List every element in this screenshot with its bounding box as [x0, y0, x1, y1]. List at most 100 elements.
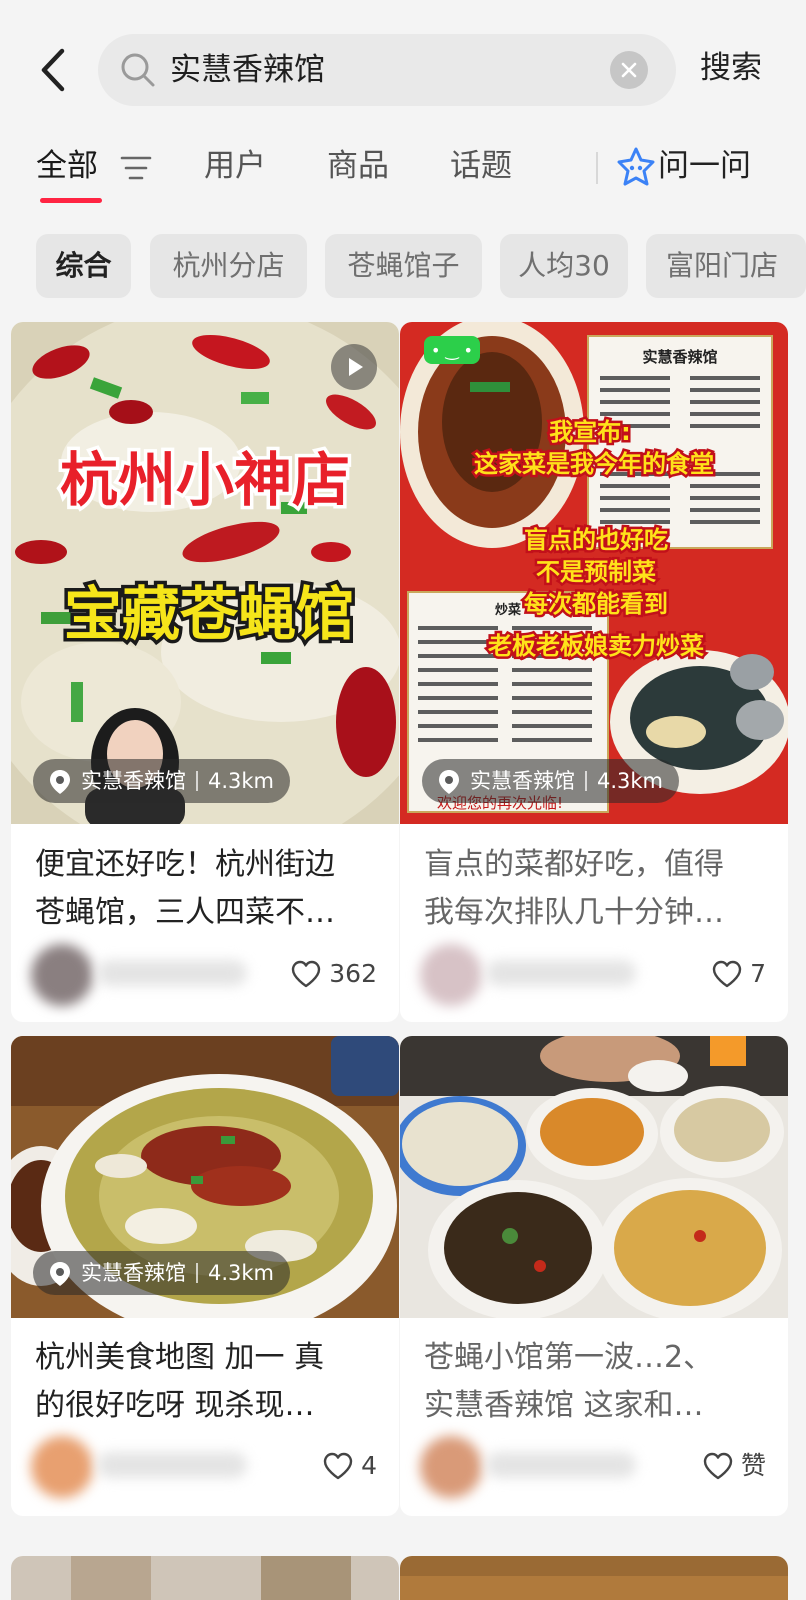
- note-cover-image[interactable]: 杭州小神店 宝藏苍蝇馆 实慧香辣馆 4.3km: [11, 322, 399, 824]
- cover-overlay-line-5: 每次都能看到: [524, 590, 668, 618]
- cover-overlay-line-4: 不是预制菜: [536, 558, 656, 586]
- cover-overlay-line-3: 盲点的也好吃: [524, 526, 668, 554]
- location-separator: [585, 771, 587, 791]
- top-bar: 实慧香辣馆 搜索: [0, 0, 806, 134]
- note-title-line-1: 便宜还好吃！杭州街边: [35, 847, 335, 882]
- tab-divider: [596, 152, 598, 184]
- tab-all[interactable]: 全部: [36, 144, 98, 188]
- author-name[interactable]: [97, 960, 247, 986]
- fish-dish-photo: 杭州小神店 宝藏苍蝇馆: [11, 322, 399, 824]
- menu-section: 炒菜: [495, 602, 521, 618]
- video-play-button[interactable]: [331, 344, 377, 390]
- like-count: 362: [329, 959, 377, 988]
- cover-overlay-line-2: 这家菜是我今年的食堂: [474, 450, 714, 478]
- tab-users[interactable]: 用户: [204, 144, 266, 188]
- back-button[interactable]: [28, 40, 78, 100]
- sparkle-star-icon[interactable]: [616, 145, 656, 189]
- heart-icon: [323, 1452, 353, 1480]
- note-card[interactable]: 实慧香辣馆 4.3km 杭州美食地图 加一 真 的很好吃呀 现杀现… 4: [11, 1036, 399, 1516]
- tab-topics[interactable]: 话题: [450, 144, 512, 188]
- active-tab-indicator: [40, 198, 102, 203]
- note-card-partial[interactable]: [400, 1556, 788, 1600]
- location-separator: [196, 771, 198, 791]
- partial-cover-image: [400, 1556, 788, 1600]
- cover-overlay-line-1: 我宣布:: [549, 418, 631, 446]
- chip-hangzhou-branch[interactable]: 杭州分店: [150, 234, 307, 298]
- author-avatar[interactable]: [31, 1436, 93, 1498]
- like-button[interactable]: 赞: [703, 1448, 766, 1484]
- note-cover-image[interactable]: • ‿ • 实慧香辣馆 炒菜 欢迎您的再次光临! 我宣布: 这家菜是我今年的食堂…: [400, 322, 788, 824]
- close-icon: [621, 62, 637, 78]
- note-title[interactable]: 杭州美食地图 加一 真 的很好吃呀 现杀现…: [35, 1334, 380, 1430]
- location-separator: [196, 1263, 198, 1283]
- like-count: 4: [361, 1451, 377, 1480]
- author-avatar[interactable]: [31, 944, 93, 1006]
- chevron-left-icon: [41, 48, 65, 92]
- location-pin-icon: [50, 770, 70, 794]
- note-title-line-1: 苍蝇小馆第一波…2、: [424, 1340, 714, 1375]
- note-card-partial[interactable]: [11, 1556, 399, 1600]
- note-title[interactable]: 盲点的菜都好吃，值得 我每次排队几十分钟…: [424, 841, 769, 937]
- note-card[interactable]: • ‿ • 实慧香辣馆 炒菜 欢迎您的再次光临! 我宣布: 这家菜是我今年的食堂…: [400, 322, 788, 1022]
- location-tag[interactable]: 实慧香辣馆 4.3km: [33, 759, 291, 803]
- note-title-line-2: 苍蝇馆，三人四菜不…: [35, 895, 335, 930]
- chip-per-capita-30[interactable]: 人均30: [500, 234, 628, 298]
- author-name[interactable]: [486, 960, 636, 986]
- note-card[interactable]: 苍蝇小馆第一波…2、 实慧香辣馆 这家和… 赞: [400, 1036, 788, 1516]
- clear-search-button[interactable]: [610, 51, 648, 89]
- tab-ask[interactable]: 问一问: [658, 144, 751, 188]
- menu-title: 实慧香辣馆: [642, 348, 717, 366]
- like-button[interactable]: 7: [712, 956, 766, 992]
- search-submit-button[interactable]: 搜索: [700, 46, 762, 90]
- note-title-line-2: 的很好吃呀 现杀现…: [35, 1388, 315, 1423]
- play-icon: [349, 358, 363, 376]
- note-title-line-1: 盲点的菜都好吃，值得: [424, 847, 724, 882]
- author-avatar[interactable]: [420, 1436, 482, 1498]
- search-query-text[interactable]: 实慧香辣馆: [170, 50, 325, 90]
- chip-fly-restaurant[interactable]: 苍蝇馆子: [325, 234, 482, 298]
- note-title[interactable]: 苍蝇小馆第一波…2、 实慧香辣馆 这家和…: [424, 1334, 769, 1430]
- heart-icon: [703, 1452, 733, 1480]
- sticker-face: • ‿ •: [431, 341, 473, 361]
- partial-cover-image: [11, 1556, 399, 1600]
- location-name: 实慧香辣馆: [470, 769, 575, 793]
- location-tag[interactable]: 实慧香辣馆 4.3km: [33, 1251, 291, 1295]
- location-distance: 4.3km: [208, 1261, 275, 1285]
- search-input[interactable]: 实慧香辣馆: [98, 34, 676, 106]
- location-tag[interactable]: 实慧香辣馆 4.3km: [422, 759, 680, 803]
- menu-collage-photo: • ‿ • 实慧香辣馆 炒菜 欢迎您的再次光临! 我宣布: 这家菜是我今年的食堂…: [400, 322, 788, 824]
- like-count: 7: [750, 959, 766, 988]
- chip-fuyang-store[interactable]: 富阳门店: [646, 234, 806, 298]
- cover-overlay-line-6: 老板老板娘卖力炒菜: [488, 632, 704, 660]
- cover-overlay-line-1: 杭州小神店: [60, 446, 350, 514]
- result-type-tabs: 全部 用户 商品 话题 问一问: [0, 134, 806, 224]
- note-title-line-1: 杭州美食地图 加一 真: [35, 1340, 325, 1375]
- filter-lines-icon[interactable]: [120, 154, 152, 182]
- note-card[interactable]: 杭州小神店 宝藏苍蝇馆 实慧香辣馆 4.3km 便宜还好吃！杭州街边 苍蝇馆，三人…: [11, 322, 399, 1022]
- cover-overlay-line-2: 宝藏苍蝇馆: [64, 580, 354, 648]
- location-name: 实慧香辣馆: [81, 1261, 186, 1285]
- chip-comprehensive[interactable]: 综合: [36, 234, 131, 298]
- author-avatar[interactable]: [420, 944, 482, 1006]
- location-pin-icon: [50, 1262, 70, 1286]
- filter-chips: 综合 杭州分店 苍蝇馆子 人均30 富阳门店: [0, 234, 806, 300]
- like-count: 赞: [740, 1451, 766, 1480]
- location-distance: 4.3km: [597, 769, 664, 793]
- search-icon: [121, 53, 155, 87]
- like-button[interactable]: 4: [323, 1448, 377, 1484]
- author-name[interactable]: [97, 1452, 247, 1478]
- note-cover-image[interactable]: [400, 1036, 788, 1318]
- note-title[interactable]: 便宜还好吃！杭州街边 苍蝇馆，三人四菜不…: [35, 841, 380, 937]
- location-name: 实慧香辣馆: [81, 769, 186, 793]
- note-title-line-2: 实慧香辣馆 这家和…: [424, 1388, 704, 1423]
- tab-products[interactable]: 商品: [327, 144, 389, 188]
- note-cover-image[interactable]: 实慧香辣馆 4.3km: [11, 1036, 399, 1318]
- location-pin-icon: [439, 770, 459, 794]
- heart-icon: [292, 960, 321, 988]
- like-button[interactable]: 362: [291, 956, 377, 992]
- location-distance: 4.3km: [208, 769, 275, 793]
- author-name[interactable]: [486, 1452, 636, 1478]
- note-title-line-2: 我每次排队几十分钟…: [424, 895, 724, 930]
- dishes-table-photo: [400, 1036, 788, 1318]
- heart-icon: [712, 960, 742, 988]
